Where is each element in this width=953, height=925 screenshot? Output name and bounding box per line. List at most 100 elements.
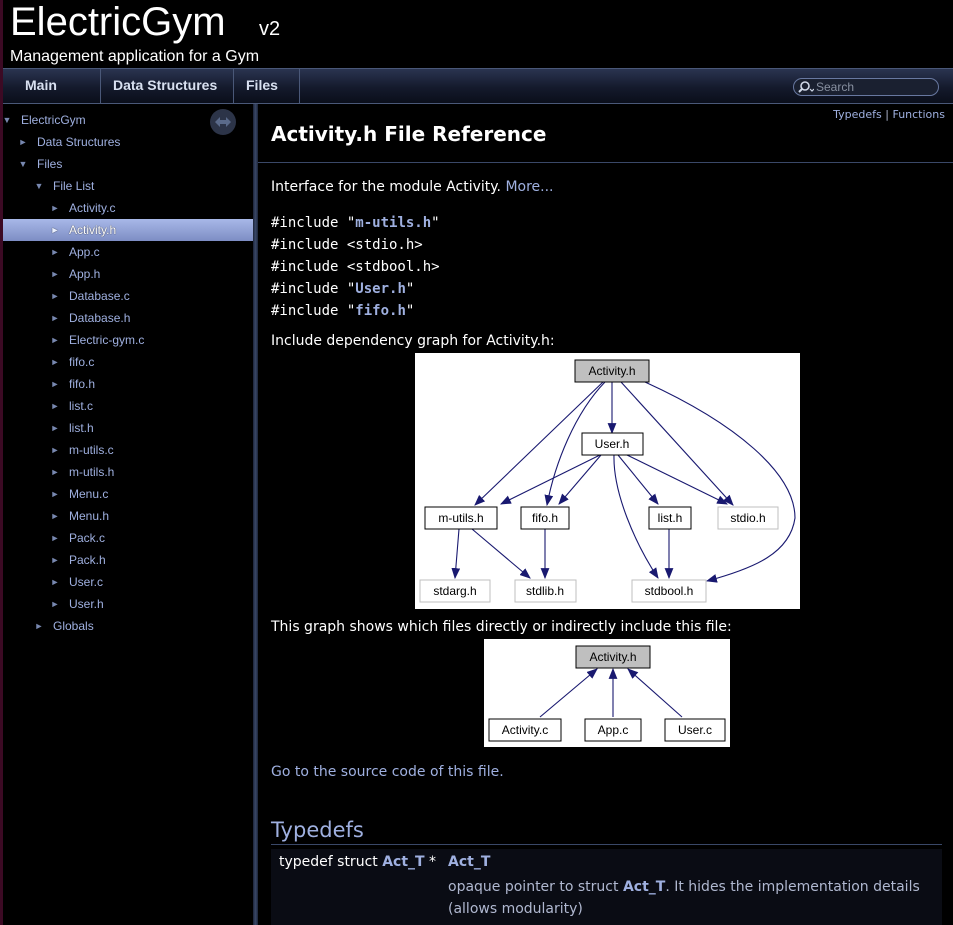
- sidebar-item-fifo-c[interactable]: ► fifo.c: [3, 351, 253, 373]
- include-quote: ": [405, 281, 415, 297]
- typedef-name-link[interactable]: Act_T: [448, 854, 490, 870]
- include-graph-caption: Include dependency graph for Activity.h:: [271, 333, 555, 349]
- collapsed-arrow-icon[interactable]: ►: [49, 549, 61, 571]
- graph-node-stdbool-h: stdbool.h: [645, 584, 694, 598]
- collapsed-arrow-icon[interactable]: ►: [49, 527, 61, 549]
- sidebar-item-m-utils-h[interactable]: ► m-utils.h: [3, 461, 253, 483]
- sidebar-item-label: User.c: [69, 575, 104, 589]
- sidebar-item-label: File List: [53, 179, 95, 193]
- search-input[interactable]: [816, 79, 934, 95]
- sidebar-item-globals[interactable]: ► Globals: [3, 615, 253, 637]
- summary-links: Typedefs | Functions: [833, 108, 945, 121]
- include-dependency-graph[interactable]: Activity.h User.h m-utils.h fifo.h list.…: [415, 353, 800, 609]
- expanded-arrow-icon[interactable]: ▼: [17, 153, 29, 175]
- sidebar-item-list-h[interactable]: ► list.h: [3, 417, 253, 439]
- collapsed-arrow-icon[interactable]: ►: [33, 615, 45, 637]
- graph-node-stdarg-h: stdarg.h: [433, 584, 476, 598]
- sidebar-item-app-h[interactable]: ► App.h: [3, 263, 253, 285]
- include-directive: #include ": [271, 215, 356, 231]
- collapsed-arrow-icon[interactable]: ►: [49, 329, 61, 351]
- sidebar-item-label: Activity.c: [69, 201, 116, 215]
- graph-node-activity-h: Activity.h: [589, 650, 636, 664]
- sidebar-item-m-utils-c[interactable]: ► m-utils.c: [3, 439, 253, 461]
- sidebar-item-label: list.h: [69, 421, 94, 435]
- collapsed-arrow-icon[interactable]: ►: [49, 505, 61, 527]
- graph-node-user-c: User.c: [678, 723, 712, 737]
- nav-files[interactable]: Files: [234, 69, 300, 121]
- source-code-link-container: Go to the source code of this file.: [271, 764, 504, 780]
- sidebar-item-label: Database.c: [69, 289, 130, 303]
- collapsed-arrow-icon[interactable]: ►: [49, 263, 61, 285]
- functions-link[interactable]: Functions: [892, 108, 945, 121]
- graph-node-list-h: list.h: [658, 511, 683, 525]
- sidebar-item-label: fifo.c: [69, 355, 95, 369]
- included-by-graph[interactable]: Activity.h Activity.c App.c User.c: [484, 639, 730, 747]
- sidebar-item-label: Files: [37, 157, 63, 171]
- sidebar-item-label: User.h: [69, 597, 104, 611]
- search-icon[interactable]: [798, 80, 814, 94]
- typedef-desc-link[interactable]: Act_T: [623, 879, 665, 895]
- sidebar-item-fifo-h[interactable]: ► fifo.h: [3, 373, 253, 395]
- sidebar-item-database-h[interactable]: ► Database.h: [3, 307, 253, 329]
- collapsed-arrow-icon[interactable]: ►: [49, 219, 61, 241]
- included-by-graph-svg: Activity.h Activity.c App.c User.c: [488, 645, 726, 742]
- sidebar-item-app-c[interactable]: ► App.c: [3, 241, 253, 263]
- collapsed-arrow-icon[interactable]: ►: [49, 395, 61, 417]
- sidebar-item-files[interactable]: ▼ Files: [3, 153, 253, 175]
- collapsed-arrow-icon[interactable]: ►: [49, 483, 61, 505]
- include-file-link[interactable]: User.h: [355, 281, 406, 297]
- nav-main-page[interactable]: Main Page: [3, 69, 101, 125]
- sidebar-item-label: Data Structures: [37, 135, 121, 149]
- source-code-link[interactable]: Go to the source code of this file.: [271, 764, 504, 780]
- collapsed-arrow-icon[interactable]: ►: [49, 351, 61, 373]
- typedefs-link[interactable]: Typedefs: [833, 108, 882, 121]
- include-quote: ": [431, 215, 440, 231]
- sidebar-item-menu-h[interactable]: ► Menu.h: [3, 505, 253, 527]
- sidebar-item-data-structures[interactable]: ► Data Structures: [3, 131, 253, 153]
- sidebar-item-label: Pack.h: [69, 553, 106, 567]
- include-directive: #include <stdbool.h>: [271, 259, 440, 275]
- graph-node-app-c: App.c: [598, 723, 629, 737]
- graph-node-fifo-h: fifo.h: [532, 511, 558, 525]
- page-title: Activity.h File Reference: [271, 122, 547, 146]
- sidebar-item-file-list[interactable]: ▼ File List: [3, 175, 253, 197]
- graph-node-m-utils-h: m-utils.h: [438, 511, 483, 525]
- collapsed-arrow-icon[interactable]: ►: [49, 373, 61, 395]
- nav-data-structures[interactable]: Data Structures: [101, 69, 234, 121]
- collapsed-arrow-icon[interactable]: ►: [49, 439, 61, 461]
- include-file-link[interactable]: m-utils.h: [355, 215, 431, 231]
- collapsed-arrow-icon[interactable]: ►: [49, 571, 61, 593]
- sidebar-item-electricgym[interactable]: ▼ ElectricGym: [3, 109, 253, 131]
- sidebar-item-activity-c[interactable]: ► Activity.c: [3, 197, 253, 219]
- title-area: ElectricGym v2 Management application fo…: [3, 0, 953, 68]
- brief-description: Interface for the module Activity. More.…: [271, 179, 554, 195]
- sidebar-item-electric-gym-c[interactable]: ► Electric-gym.c: [3, 329, 253, 351]
- sidebar-item-database-c[interactable]: ► Database.c: [3, 285, 253, 307]
- expanded-arrow-icon[interactable]: ▼: [33, 175, 45, 197]
- search-box[interactable]: [793, 78, 939, 96]
- sidebar-item-label: list.c: [69, 399, 93, 413]
- collapsed-arrow-icon[interactable]: ►: [49, 307, 61, 329]
- collapsed-arrow-icon[interactable]: ►: [49, 241, 61, 263]
- sidebar-item-pack-h[interactable]: ► Pack.h: [3, 549, 253, 571]
- collapsed-arrow-icon[interactable]: ►: [49, 461, 61, 483]
- typedef-type-link[interactable]: Act_T: [382, 854, 424, 870]
- sidebar-item-pack-c[interactable]: ► Pack.c: [3, 527, 253, 549]
- include-line: #include "fifo.h": [271, 303, 414, 319]
- collapsed-arrow-icon[interactable]: ►: [49, 417, 61, 439]
- collapsed-arrow-icon[interactable]: ►: [17, 131, 29, 153]
- more-link[interactable]: More...: [505, 179, 553, 195]
- collapsed-arrow-icon[interactable]: ►: [49, 593, 61, 615]
- collapsed-arrow-icon[interactable]: ►: [49, 197, 61, 219]
- expanded-arrow-icon[interactable]: ▼: [1, 109, 13, 131]
- side-navigation-tree: ▼ ElectricGym ► Data Structures ▼ Files ▼ File …: [3, 104, 253, 925]
- collapsed-arrow-icon[interactable]: ►: [49, 285, 61, 307]
- sidebar-item-user-c[interactable]: ► User.c: [3, 571, 253, 593]
- sidebar-item-menu-c[interactable]: ► Menu.c: [3, 483, 253, 505]
- sidebar-item-label: ElectricGym: [21, 113, 86, 127]
- sidebar-item-activity-h[interactable]: ► Activity.h: [3, 219, 253, 241]
- sidebar-item-list-c[interactable]: ► list.c: [3, 395, 253, 417]
- sidebar-item-user-h[interactable]: ► User.h: [3, 593, 253, 615]
- include-file-link[interactable]: fifo.h: [355, 303, 406, 319]
- typedef-desc-prefix: opaque pointer to struct: [448, 879, 623, 895]
